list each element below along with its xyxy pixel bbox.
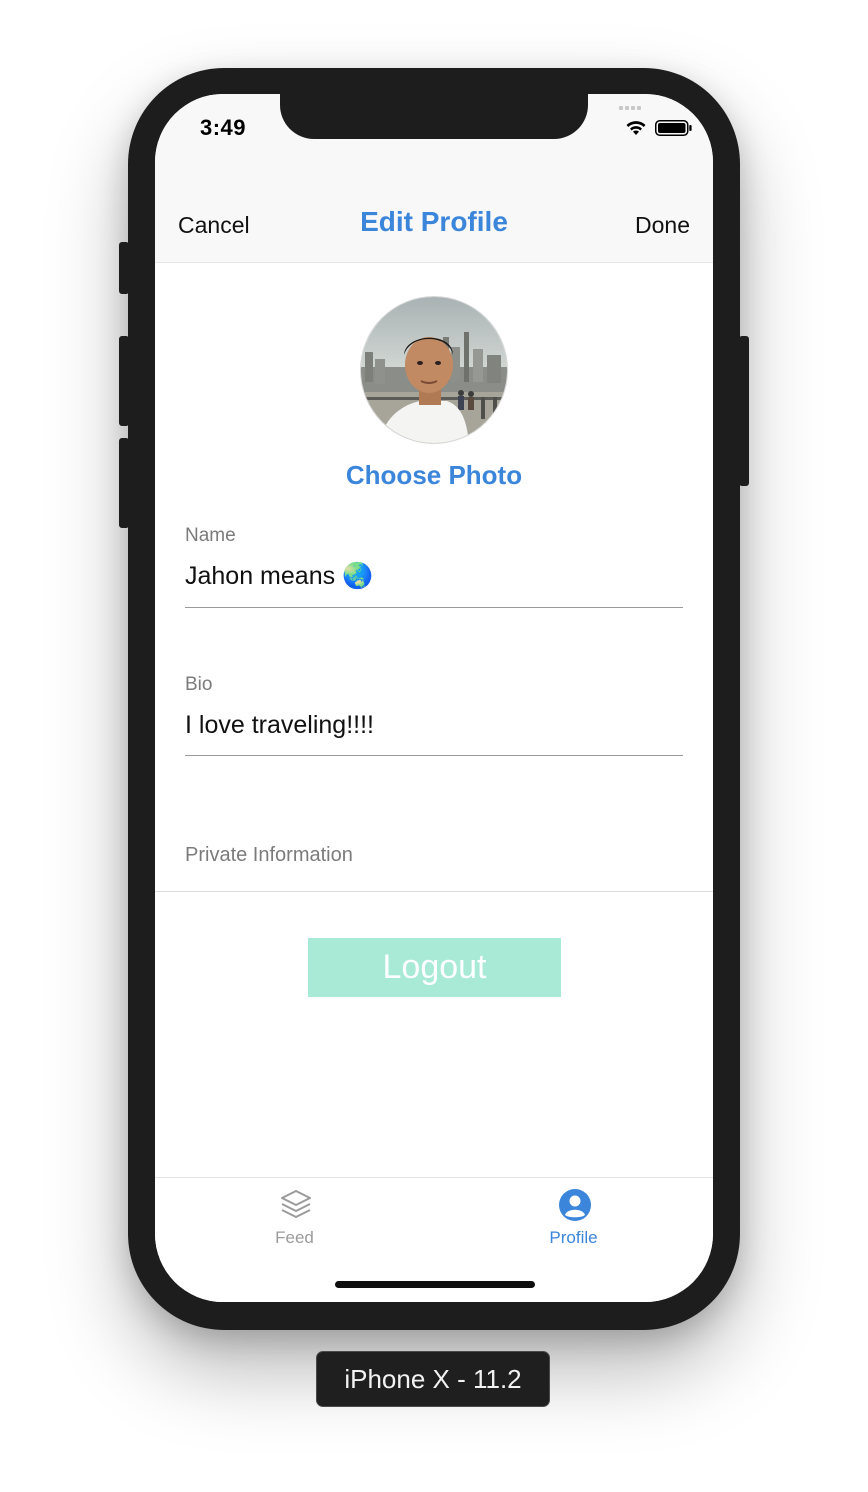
person-circle-icon <box>559 1189 591 1221</box>
choose-photo-button[interactable]: Choose Photo <box>155 460 713 491</box>
private-information-header: Private Information <box>185 844 353 866</box>
volume-down-button <box>119 438 129 528</box>
bio-field-underline <box>185 755 683 756</box>
wifi-icon <box>626 121 646 135</box>
name-field[interactable]: Jahon means 🌏 <box>185 562 373 591</box>
page-title: Edit Profile <box>360 206 508 237</box>
profile-photo-icon <box>361 297 507 443</box>
battery-icon <box>655 120 692 136</box>
silent-switch <box>119 242 129 294</box>
navigation-bar: 3:49 Cancel Edit Profile Done <box>155 94 713 263</box>
status-time: 3:49 <box>200 115 247 140</box>
tab-profile[interactable]: Profile <box>434 1178 713 1258</box>
cellular-signal-icon <box>619 104 645 110</box>
notch <box>280 94 588 139</box>
tab-feed-label: Feed <box>275 1228 314 1247</box>
device-screen: 3:49 Cancel Edit Profile Done Choose Pho… <box>155 94 713 1302</box>
name-field-underline <box>185 607 683 608</box>
tab-profile-label: Profile <box>549 1228 598 1247</box>
tab-feed[interactable]: Feed <box>155 1178 434 1258</box>
bio-field[interactable]: I love traveling!!!! <box>185 711 374 740</box>
profile-avatar[interactable] <box>360 296 508 444</box>
done-button[interactable]: Done <box>635 212 690 239</box>
simulator-device-label: iPhone X - 11.2 <box>316 1351 550 1407</box>
name-label: Name <box>185 525 236 546</box>
bio-label: Bio <box>185 674 213 695</box>
layers-icon <box>281 1190 311 1218</box>
section-divider <box>155 891 713 892</box>
simulator-stage: 3:49 Cancel Edit Profile Done Choose Pho… <box>0 0 868 1492</box>
volume-up-button <box>119 336 129 426</box>
logout-button[interactable]: Logout <box>308 938 561 997</box>
home-indicator[interactable] <box>335 1281 535 1288</box>
power-button <box>739 336 749 486</box>
